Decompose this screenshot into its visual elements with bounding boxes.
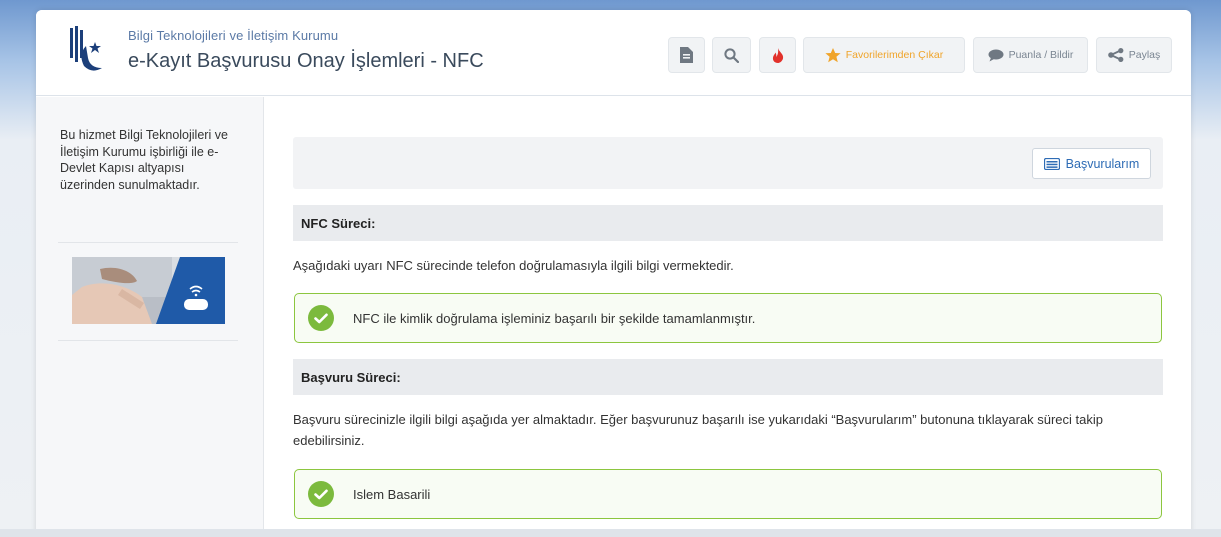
sidebar-divider [58,340,238,341]
nfc-illustration-graphic [72,257,225,324]
application-section-description: Başvuru sürecinizle ilgili bilgi aşağıda… [293,412,1103,448]
header-toolbar: Favorilerimden Çıkar Puanla / Bildir Pay… [36,37,1191,73]
rate-report-button[interactable]: Puanla / Bildir [973,37,1088,73]
page-frame: Bilgi Teknolojileri ve İletişim Kurumu e… [36,10,1191,537]
applications-label: Başvurularım [1065,156,1140,171]
remove-favorite-button[interactable]: Favorilerimden Çıkar [803,37,965,73]
application-section-title: Başvuru Süreci: [293,359,1163,395]
sidebar-divider [58,242,238,243]
service-info-text: Bu hizmet Bilgi Teknolojileri ve İletişi… [60,128,228,192]
list-card-icon [1043,157,1060,170]
nfc-success-message: NFC ile kimlik doğrulama işleminiz başar… [353,310,756,326]
check-circle-icon [308,305,334,331]
speech-bubble-icon [988,49,1004,61]
search-icon [724,47,739,63]
actions-panel: Başvurularım [293,137,1163,189]
popular-button[interactable] [759,37,796,73]
document-button[interactable] [668,37,705,73]
application-success-message: Islem Basarili [353,486,431,502]
share-label: Paylaş [1128,49,1161,61]
check-circle-icon [308,481,334,507]
left-sidebar: Bu hizmet Bilgi Teknolojileri ve İletişi… [36,97,264,537]
nfc-success-alert: NFC ile kimlik doğrulama işleminiz başar… [294,293,1162,343]
application-success-alert: Islem Basarili [294,469,1162,519]
star-icon [825,47,841,62]
share-button[interactable]: Paylaş [1096,37,1172,73]
page-bottom-edge [0,529,1221,537]
document-icon [680,47,693,63]
rate-label: Puanla / Bildir [1008,49,1074,61]
applications-button[interactable]: Başvurularım [1032,148,1151,179]
nfc-section-description: Aşağıdaki uyarı NFC sürecinde telefon do… [293,258,734,273]
main-content: Başvurularım NFC Süreci: Aşağıdaki uyarı… [265,97,1191,537]
share-icon [1107,48,1124,62]
fire-icon [772,47,783,63]
favorite-label: Favorilerimden Çıkar [845,49,944,61]
nfc-illustration [72,257,225,324]
page-header: Bilgi Teknolojileri ve İletişim Kurumu e… [36,10,1191,96]
search-button[interactable] [712,37,751,73]
nfc-section-title: NFC Süreci: [293,205,1163,241]
